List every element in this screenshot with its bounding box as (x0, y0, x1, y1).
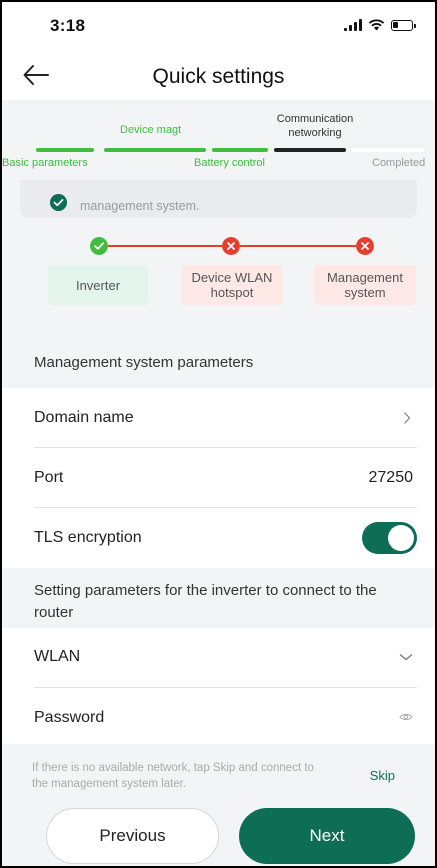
tls-row: TLS encryption (34, 508, 417, 568)
node-management-system: Management system (314, 265, 416, 305)
skip-hint-text: If there is no available network, tap Sk… (32, 762, 314, 790)
node-inverter: Inverter (48, 265, 148, 305)
domain-name-row[interactable]: Domain name (34, 388, 417, 448)
progress-steps: Device magt Communication networking Bas… (2, 100, 435, 180)
step-label-completed: Completed (372, 157, 426, 169)
next-button[interactable]: Next (239, 808, 415, 864)
footer-panel: If there is no available network, tap Sk… (2, 744, 435, 866)
management-error-icon (356, 237, 374, 255)
inverter-ok-icon (90, 237, 108, 255)
node-device-wlan-hotspot: Device WLAN hotspot (182, 265, 282, 305)
battery-icon (391, 19, 416, 31)
toggle-knob (388, 525, 414, 551)
wlan-label: WLAN (34, 648, 81, 665)
step-bar-communication-networking (274, 148, 346, 152)
chevron-right-icon (404, 412, 411, 424)
domain-name-label: Domain name (34, 409, 134, 426)
app-screen: 3:18 Quick settings Device magt Communic… (2, 2, 435, 866)
connection-status-panel: management system. Inverter Device WLAN … (2, 180, 435, 320)
tls-label: TLS encryption (34, 529, 142, 546)
cellular-signal-icon (344, 19, 362, 31)
top-app-bar: Quick settings (2, 52, 435, 100)
chevron-down-icon[interactable] (399, 653, 413, 661)
status-bar: 3:18 (2, 2, 435, 42)
page-title: Quick settings (152, 65, 285, 88)
wlan-row[interactable]: WLAN (34, 628, 417, 688)
tls-toggle[interactable] (362, 522, 417, 554)
port-row[interactable]: Port 27250 (34, 448, 417, 508)
status-time: 3:18 (50, 16, 86, 35)
step-bar-basic-parameters (36, 148, 94, 152)
step-label-basic-parameters: Basic parameters (2, 157, 88, 169)
port-value[interactable]: 27250 (369, 469, 414, 487)
wifi-icon (368, 19, 385, 31)
device-frame: 3:18 Quick settings Device magt Communic… (0, 0, 437, 868)
connector-hotspot-management (240, 245, 356, 247)
previous-button[interactable]: Previous (46, 808, 219, 864)
step-bar-completed (352, 148, 424, 152)
password-label: Password (34, 709, 105, 726)
step-label-communication-networking: Communication networking (276, 113, 354, 139)
step-bar-device-magt (104, 148, 206, 152)
port-label: Port (34, 469, 64, 486)
management-section-header: Management system parameters (2, 320, 435, 388)
success-notice: management system. (20, 180, 417, 218)
step-label-device-magt: Device magt (120, 124, 182, 136)
check-circle-icon (50, 194, 67, 211)
connector-inverter-hotspot (108, 245, 222, 247)
skip-link[interactable]: Skip (370, 768, 395, 783)
password-row[interactable]: Password (34, 688, 417, 744)
notice-text: management system. (80, 199, 200, 213)
router-section-title: Setting parameters for the inverter to c… (34, 582, 377, 621)
step-label-battery-control: Battery control (194, 157, 265, 169)
step-bar-battery-control (212, 148, 268, 152)
eye-icon[interactable] (399, 712, 413, 722)
router-section-header: Setting parameters for the inverter to c… (2, 568, 435, 628)
status-icons (344, 19, 416, 31)
hotspot-error-icon (222, 237, 240, 255)
management-section-title: Management system parameters (34, 354, 254, 371)
